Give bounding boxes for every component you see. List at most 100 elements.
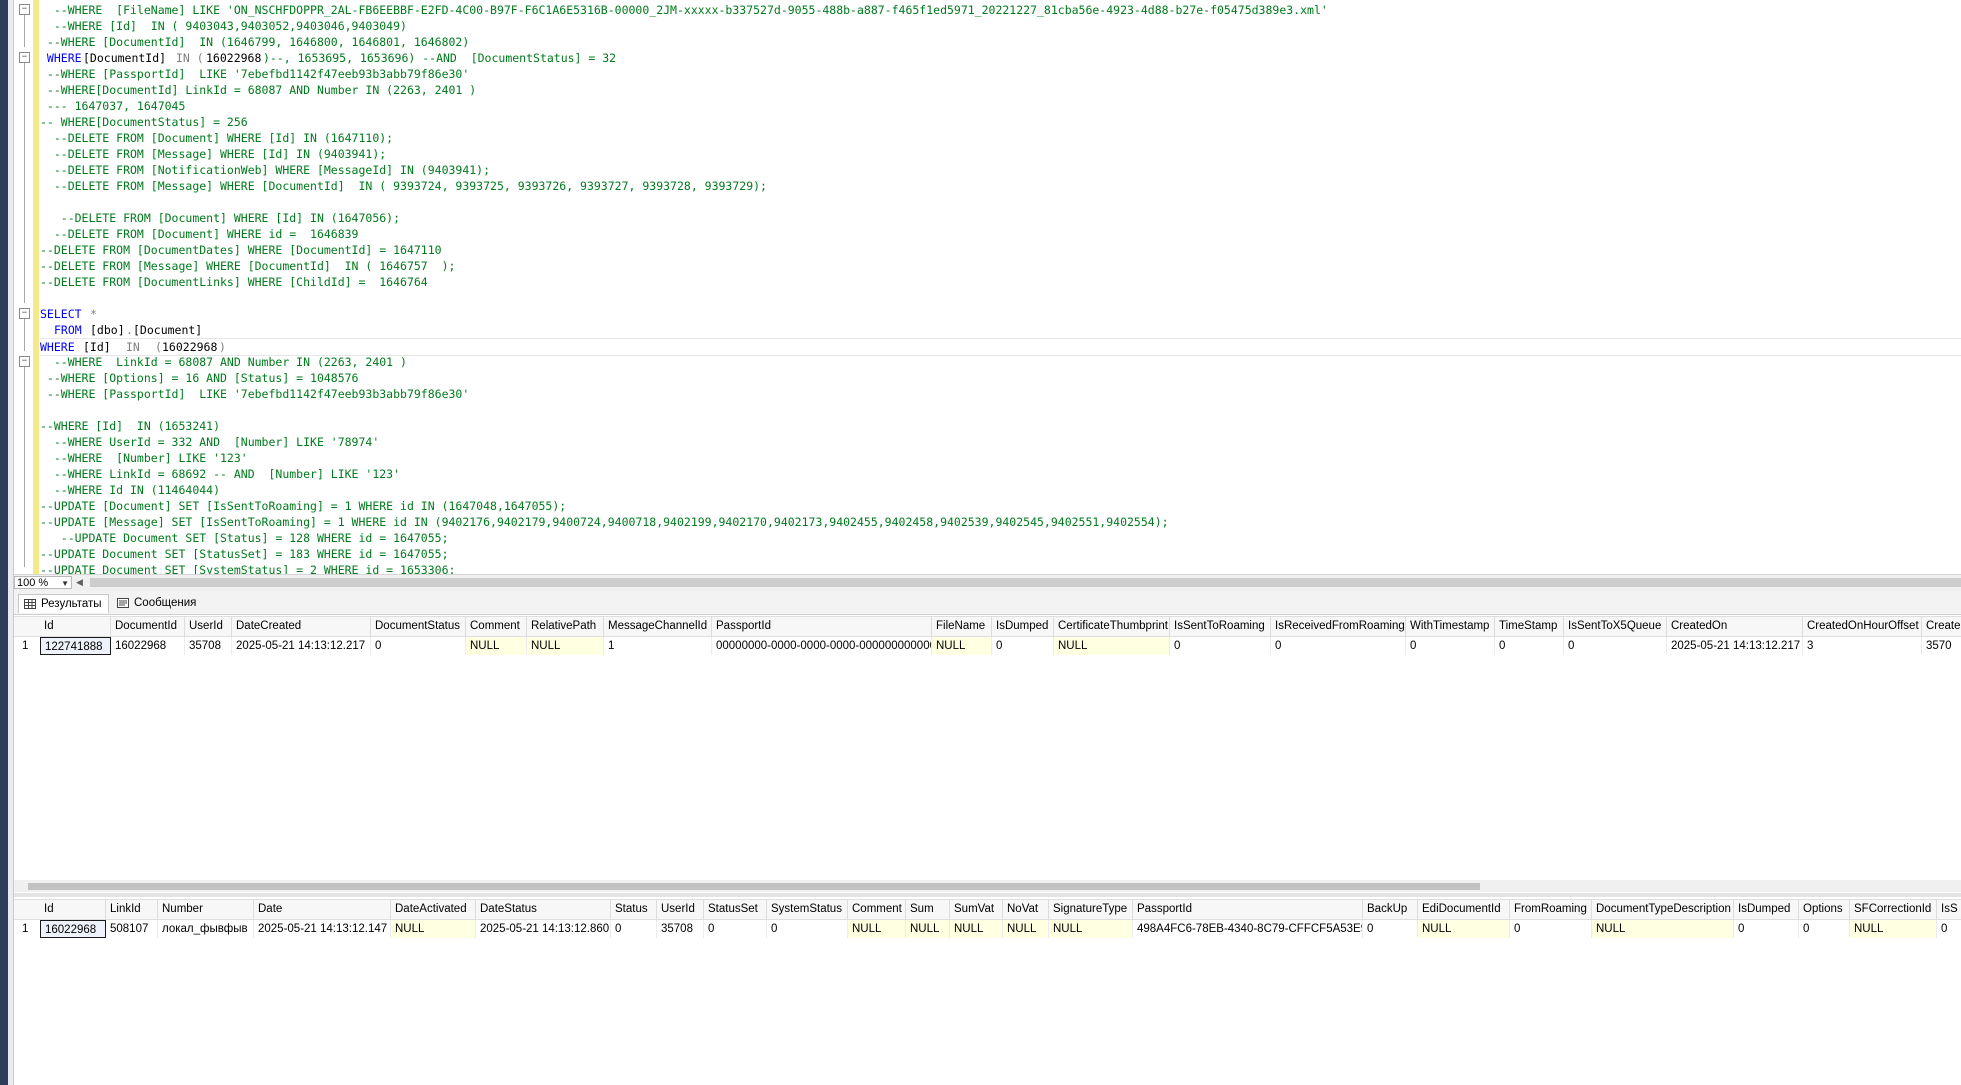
column-header[interactable]: DocumentStatus	[371, 617, 466, 636]
scroll-left-icon[interactable]: ◀	[76, 577, 83, 588]
fold-toggle-icon[interactable]: −	[19, 308, 30, 319]
column-header[interactable]: UserId	[185, 617, 232, 636]
table-cell[interactable]: 1	[604, 637, 712, 655]
table-cell[interactable]: 0	[611, 920, 657, 938]
table-cell[interactable]: NULL	[1049, 920, 1133, 938]
table-cell[interactable]: 0	[1937, 920, 1961, 938]
code-line[interactable]: -- WHERE[DocumentStatus] = 256	[40, 114, 1961, 130]
sql-editor[interactable]: − − − − --WHERE [FileName] LIKE 'ON_NSCH…	[14, 0, 1961, 574]
column-header[interactable]: IsDumped	[1734, 900, 1799, 919]
code-line[interactable]: --DELETE FROM [Document] WHERE [Id] IN (…	[40, 130, 1961, 146]
code-line[interactable]: --WHERE LinkId = 68087 AND Number IN (22…	[40, 354, 1961, 370]
table-cell[interactable]: NULL	[950, 920, 1003, 938]
column-header[interactable]: FileName	[932, 617, 992, 636]
code-line[interactable]: --WHERE [Id] IN (1653241)	[40, 418, 1961, 434]
code-area[interactable]: --WHERE [FileName] LIKE 'ON_NSCHFDOPPR_2…	[40, 0, 1961, 574]
table-cell[interactable]: NULL	[1592, 920, 1734, 938]
table-cell[interactable]: 0	[1799, 920, 1850, 938]
column-header[interactable]: SFCorrectionId	[1850, 900, 1937, 919]
table-cell[interactable]: 508107	[106, 920, 158, 938]
table-cell[interactable]: 0	[1406, 637, 1495, 655]
code-line[interactable]: --WHERE [PassportId] LIKE '7ebefbd1142f4…	[40, 66, 1961, 82]
column-header[interactable]: SignatureType	[1049, 900, 1133, 919]
column-header[interactable]: IsDumped	[992, 617, 1054, 636]
code-line[interactable]: --WHERE [PassportId] LIKE '7ebefbd1142f4…	[40, 386, 1961, 402]
fold-toggle-icon[interactable]: −	[19, 52, 30, 63]
code-line[interactable]: --DELETE FROM [DocumentDates] WHERE [Doc…	[40, 242, 1961, 258]
table-cell[interactable]: NULL	[906, 920, 950, 938]
column-header[interactable]: IsSentToRoaming	[1170, 617, 1271, 636]
column-header[interactable]: TimeStamp	[1495, 617, 1564, 636]
table-cell[interactable]: 2025-05-21 14:13:12.217	[232, 637, 371, 655]
code-line[interactable]: --UPDATE [Message] SET [IsSentToRoaming]…	[40, 514, 1961, 530]
code-line[interactable]: FROM [dbo]. [Document]	[40, 322, 1961, 338]
code-line[interactable]: --DELETE FROM [Document] WHERE [Id] IN (…	[40, 210, 1961, 226]
column-header[interactable]: MessageChannelId	[604, 617, 712, 636]
column-header[interactable]: Comment	[466, 617, 527, 636]
column-header[interactable]: Status	[611, 900, 657, 919]
table-cell[interactable]: 0	[704, 920, 767, 938]
table-cell[interactable]: 35708	[657, 920, 704, 938]
tab-messages[interactable]: Сообщения	[112, 594, 202, 613]
column-header[interactable]: LinkId	[106, 900, 158, 919]
column-header[interactable]: DateStatus	[476, 900, 611, 919]
table-cell[interactable]: 0	[1271, 637, 1406, 655]
table-cell[interactable]: 0	[1564, 637, 1667, 655]
code-line[interactable]: --WHERE LinkId = 68692 -- AND [Number] L…	[40, 466, 1961, 482]
column-header[interactable]: DateCreated	[232, 617, 371, 636]
code-line[interactable]: --WHERE UserId = 332 AND [Number] LIKE '…	[40, 434, 1961, 450]
table-cell[interactable]: 498A4FC6-78EB-4340-8C79-CFFCF5A53E9C	[1133, 920, 1363, 938]
table-cell[interactable]: NULL	[932, 637, 992, 655]
table-cell[interactable]: NULL	[1418, 920, 1510, 938]
table-cell[interactable]: 00000000-0000-0000-0000-000000000000	[712, 637, 932, 655]
selected-cell[interactable]: 16022968	[40, 920, 106, 938]
result-grid-document[interactable]: Id DocumentId UserId DateCreated DocumentSta…	[14, 616, 1961, 880]
column-header[interactable]: NoVat	[1003, 900, 1049, 919]
table-cell[interactable]: NULL	[466, 637, 527, 655]
column-header[interactable]: Id	[40, 617, 111, 636]
table-cell[interactable]: NULL	[848, 920, 906, 938]
column-header[interactable]: PassportId	[712, 617, 932, 636]
table-cell[interactable]: 2025-05-21 14:13:12.217	[1667, 637, 1803, 655]
code-line[interactable]: --DELETE FROM [Message] WHERE [DocumentI…	[40, 178, 1961, 194]
table-cell[interactable]: 0	[767, 920, 848, 938]
result-grid-document-dbo[interactable]: Id LinkId Number Date DateActivated DateStatu…	[14, 899, 1961, 1085]
column-header[interactable]: Comment	[848, 900, 906, 919]
column-header[interactable]: PassportId	[1133, 900, 1363, 919]
fold-toggle-icon[interactable]: −	[19, 356, 30, 367]
code-line[interactable]: --- 1647037, 1647045	[40, 98, 1961, 114]
column-header[interactable]: CreatedOn	[1667, 617, 1803, 636]
column-header[interactable]: Number	[158, 900, 254, 919]
table-cell[interactable]: 35708	[185, 637, 232, 655]
code-line[interactable]: --DELETE FROM [Message] WHERE [Id] IN (9…	[40, 146, 1961, 162]
table-row[interactable]: 1 122741888 16022968 35708 2025-05-21 14:13:…	[14, 637, 1961, 655]
code-line[interactable]: --WHERE Id IN (11464044)	[40, 482, 1961, 498]
table-cell[interactable]: 2025-05-21 14:13:12.147	[254, 920, 391, 938]
table-cell[interactable]: 0	[1734, 920, 1799, 938]
code-line[interactable]: --WHERE [DocumentId] IN (1646799, 164680…	[40, 34, 1961, 50]
grid-splitter[interactable]	[14, 893, 1961, 897]
table-cell[interactable]: локал_фывфыв	[158, 920, 254, 938]
column-header[interactable]: FromRoaming	[1510, 900, 1592, 919]
code-line[interactable]: --WHERE [Number] LIKE '123'	[40, 450, 1961, 466]
code-line[interactable]: --DELETE FROM [DocumentLinks] WHERE [Chi…	[40, 274, 1961, 290]
zoom-select[interactable]: 100 % ▼	[14, 576, 72, 589]
table-cell[interactable]: NULL	[1850, 920, 1937, 938]
table-cell[interactable]: 0	[1510, 920, 1592, 938]
code-line[interactable]: --UPDATE Document SET [StatusSet] = 183 …	[40, 546, 1961, 562]
grid-hscrollbar[interactable]	[14, 880, 1961, 892]
table-cell[interactable]: 16022968	[111, 637, 185, 655]
table-cell[interactable]: 0	[1363, 920, 1418, 938]
table-row[interactable]: 1 16022968 508107 локал_фывфыв 2025-05-21 14…	[14, 920, 1961, 938]
code-line[interactable]: --DELETE FROM [NotificationWeb] WHERE [M…	[40, 162, 1961, 178]
table-cell[interactable]: NULL	[527, 637, 604, 655]
code-line[interactable]: --UPDATE [Document] SET [IsSentToRoaming…	[40, 498, 1961, 514]
column-header[interactable]: Options	[1799, 900, 1850, 919]
table-cell[interactable]: NULL	[391, 920, 476, 938]
column-header[interactable]: IsS	[1937, 900, 1961, 919]
column-header[interactable]: SystemStatus	[767, 900, 848, 919]
code-line[interactable]: --UPDATE Document SET [SystemStatus] = 2…	[40, 562, 1961, 574]
column-header[interactable]: Sum	[906, 900, 950, 919]
column-header[interactable]: RelativePath	[527, 617, 604, 636]
table-cell[interactable]: 0	[1170, 637, 1271, 655]
